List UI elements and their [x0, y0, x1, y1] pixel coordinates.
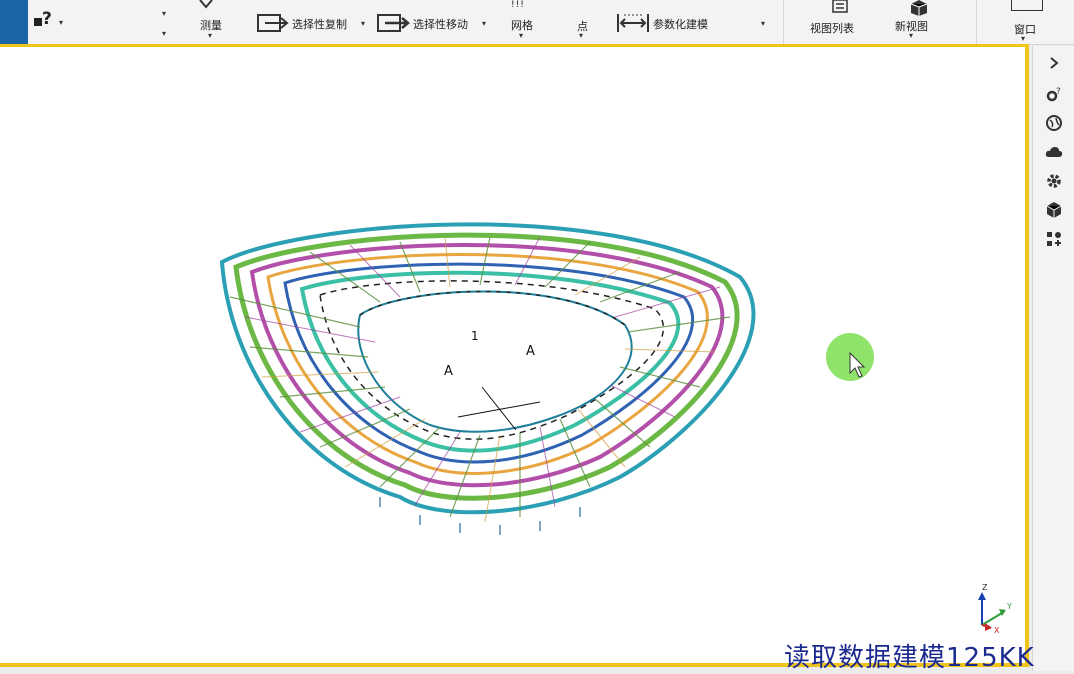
components-button[interactable] [1039, 226, 1069, 252]
axis-triad: Z Y X [978, 583, 1012, 635]
ribbon-side-tab[interactable] [0, 0, 28, 44]
model-viewport[interactable]: 1 A A Z Y X [0, 44, 1029, 667]
axis-y-label: Y [1006, 602, 1012, 611]
selective-copy-button[interactable]: 选择性复制 [292, 16, 347, 32]
ribbon-separator [976, 0, 977, 44]
chevron-right-icon [1050, 57, 1059, 69]
new-view-caret-icon[interactable]: ▾ [909, 31, 913, 40]
cloud-icon [1045, 147, 1063, 157]
cube-icon [1046, 202, 1062, 218]
gear-icon [1047, 174, 1061, 188]
parametric-modeling-icon [617, 14, 649, 32]
gear-question-icon: ? [1046, 87, 1061, 102]
selective-move-caret-icon[interactable]: ▾ [482, 19, 486, 28]
ribbon-toolbar: ? ▾ ▾ ▾ 测量 ▾ 选择性复制 ▾ 选择性移动 ▾ !!! 网格 ▾ 点 … [0, 0, 1074, 45]
measure-icon [199, 0, 213, 9]
selective-copy-icon [257, 14, 289, 32]
axis-x-label: X [994, 626, 1000, 635]
annotation-label-a-right: A [526, 344, 535, 359]
ribbon-separator [783, 0, 784, 44]
svg-text:?: ? [1056, 87, 1061, 97]
view-list-icon [832, 0, 848, 13]
stadium-roof-model: 1 A A Z Y X [219, 222, 1012, 635]
annotation-label-1: 1 [471, 329, 479, 343]
object-button[interactable] [1039, 197, 1069, 223]
cloud-button[interactable] [1039, 139, 1069, 165]
expand-panel-button[interactable] [1039, 50, 1069, 76]
settings-button[interactable] [1039, 168, 1069, 194]
window-caret-icon[interactable]: ▾ [1021, 34, 1025, 43]
shapes-add-icon [1047, 232, 1061, 246]
measure-caret-icon[interactable]: ▾ [208, 31, 212, 40]
selective-move-button[interactable]: 选择性移动 [413, 16, 468, 32]
globe-icon [1046, 115, 1062, 131]
selective-copy-caret-icon[interactable]: ▾ [361, 19, 365, 28]
point-caret-icon[interactable]: ▾ [579, 31, 583, 40]
parametric-modeling-button[interactable]: 参数化建模 [653, 16, 708, 32]
window-icon [1011, 0, 1043, 11]
help-square-icon [34, 18, 42, 26]
side-panel: ? [1032, 46, 1074, 671]
parametric-caret-icon[interactable]: ▾ [761, 19, 765, 28]
dropdown-caret-icon[interactable]: ▾ [162, 29, 166, 38]
help-dropdown-caret-icon[interactable]: ▾ [59, 18, 63, 27]
selective-move-icon [377, 14, 410, 32]
new-view-cube-icon [910, 0, 928, 16]
grid-caret-icon[interactable]: ▾ [519, 31, 523, 40]
globe-button[interactable] [1039, 110, 1069, 136]
watermark-text: 读取数据建模125KK [784, 643, 1035, 673]
view-list-button[interactable]: 视图列表 [810, 20, 854, 36]
help-button[interactable]: ? [42, 9, 52, 29]
axis-z-label: Z [982, 583, 988, 592]
annotation-label-a-left: A [444, 364, 453, 379]
help-settings-button[interactable]: ? [1039, 81, 1069, 107]
grid-dots-icon: !!! [511, 0, 525, 10]
dropdown-caret-icon[interactable]: ▾ [162, 9, 166, 18]
